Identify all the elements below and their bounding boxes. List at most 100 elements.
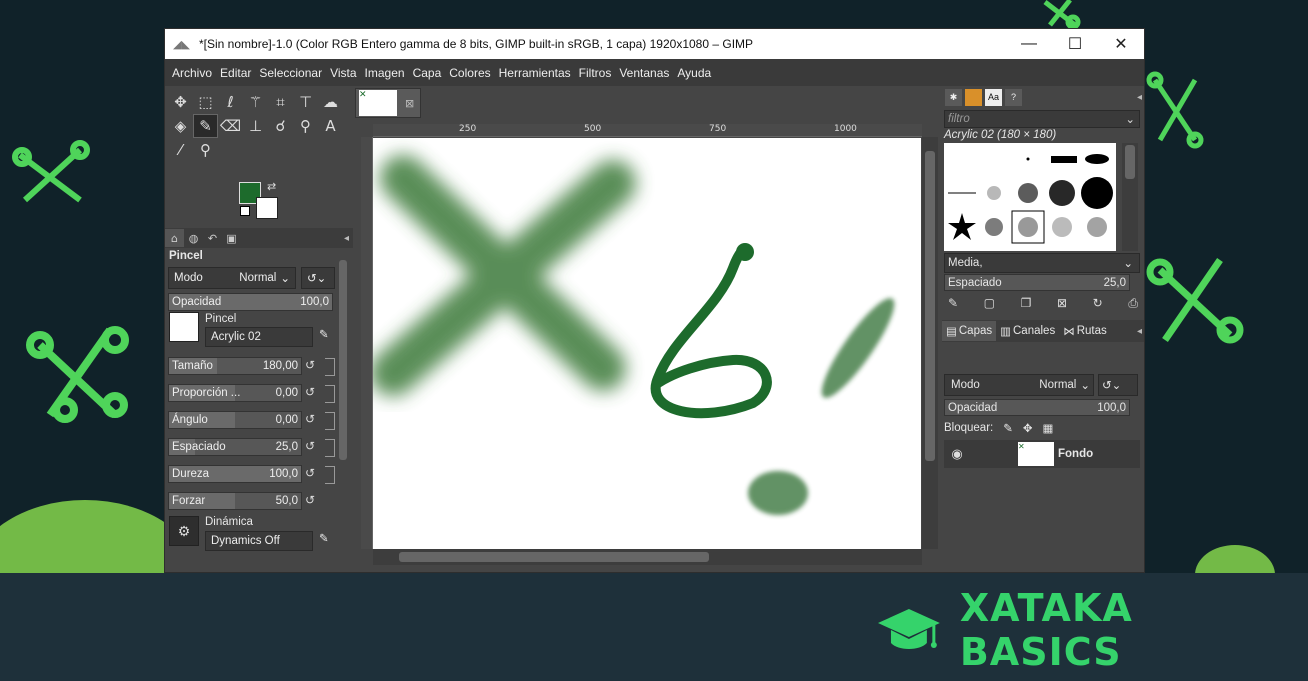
spacing-slider[interactable]: Espaciado 25,0 <box>168 438 302 456</box>
menu-filtros[interactable]: Filtros <box>575 66 616 80</box>
layer-row[interactable]: ◉ ✕ Fondo <box>944 440 1140 468</box>
edit-brush-icon[interactable]: ✎ <box>319 327 329 341</box>
reset-angle-icon[interactable]: ↺ <box>305 412 319 426</box>
brush-spacing-slider[interactable]: Espaciado 25,0 <box>944 274 1130 291</box>
fonts-tab-icon[interactable]: Aa <box>985 88 1002 106</box>
delete-brush-icon[interactable]: ⊠ <box>1057 296 1067 311</box>
patterns-tab-icon[interactable] <box>965 88 982 106</box>
reset-hardness-icon[interactable]: ↺ <box>305 466 319 480</box>
image-canvas[interactable] <box>373 138 921 549</box>
opacity-slider[interactable]: Opacidad 100,0 <box>168 293 333 311</box>
link-icon[interactable] <box>325 412 335 430</box>
zoom-tool-icon[interactable]: ⚲ <box>193 138 218 162</box>
close-image-icon[interactable]: ⊠ <box>405 97 414 110</box>
brush-tag-select[interactable]: Media, ⌄ <box>944 253 1140 273</box>
lock-pixels-icon[interactable]: ✎ <box>1003 421 1013 435</box>
brush-preview[interactable] <box>169 312 199 342</box>
visibility-eye-icon[interactable]: ◉ <box>944 446 970 462</box>
rect-select-tool-icon[interactable]: ⬚ <box>193 90 218 114</box>
link-icon[interactable] <box>325 385 335 403</box>
menu-archivo[interactable]: Archivo <box>168 66 216 80</box>
close-button[interactable]: ✕ <box>1098 34 1144 54</box>
reset-aspect-icon[interactable]: ↺ <box>305 385 319 399</box>
vertical-scrollbar[interactable] <box>922 137 938 549</box>
device-status-tab-icon[interactable]: ◍ <box>184 229 203 247</box>
minimize-button[interactable]: — <box>1006 35 1052 53</box>
menu-capa[interactable]: Capa <box>409 66 446 80</box>
size-slider[interactable]: Tamaño 180,00 <box>168 357 302 375</box>
menu-imagen[interactable]: Imagen <box>361 66 409 80</box>
menu-herramientas[interactable]: Herramientas <box>495 66 575 80</box>
fuzzy-select-tool-icon[interactable]: ⚚ <box>243 90 268 114</box>
size-value: 180,00 <box>262 360 298 372</box>
warp-tool-icon[interactable]: ☁ <box>318 90 343 114</box>
edit-brush-icon[interactable]: ✎ <box>948 296 958 311</box>
eraser-tool-icon[interactable]: ⌫ <box>218 114 243 138</box>
help-tab-icon[interactable]: ? <box>1005 88 1022 106</box>
swap-colors-icon[interactable]: ⇄ <box>267 180 276 193</box>
open-brush-as-image-icon[interactable]: ⎙ <box>1128 296 1138 311</box>
clone-tool-icon[interactable]: ⊥ <box>243 114 268 138</box>
smudge-tool-icon[interactable]: ☌ <box>268 114 293 138</box>
options-scrollbar[interactable] <box>339 260 347 460</box>
lock-alpha-icon[interactable]: ▦ <box>1043 421 1054 435</box>
unified-transform-tool-icon[interactable]: ⊤ <box>293 90 318 114</box>
mode-select[interactable]: Modo Normal ⌄ <box>168 267 296 289</box>
undo-history-tab-icon[interactable]: ↶ <box>203 229 222 247</box>
crop-tool-icon[interactable]: ⌗ <box>268 90 293 114</box>
image-tab[interactable]: ✕ ⊠ <box>355 88 421 118</box>
brush-scrollbar[interactable] <box>1122 143 1138 251</box>
images-tab-icon[interactable]: ▣ <box>222 229 241 247</box>
tab-capas[interactable]: ▤ Capas <box>942 321 997 341</box>
paths-tool-icon[interactable]: ⚲ <box>293 114 318 138</box>
new-brush-icon[interactable]: ▢ <box>984 296 995 311</box>
aspect-ratio-slider[interactable]: Proporción ... 0,00 <box>168 384 302 402</box>
layer-mode-select[interactable]: Modo Normal ⌄ <box>944 374 1094 396</box>
tool-options-tab-icon[interactable]: ⌂ <box>165 229 184 247</box>
brush-grid[interactable] <box>944 143 1116 251</box>
reset-force-icon[interactable]: ↺ <box>305 493 319 507</box>
tab-rutas[interactable]: ⋈ Rutas <box>1059 321 1111 341</box>
layer-mode-reset-button[interactable]: ↺⌄ <box>1098 374 1138 396</box>
menu-colores[interactable]: Colores <box>445 66 494 80</box>
menu-ayuda[interactable]: Ayuda <box>673 66 715 80</box>
mode-reset-button[interactable]: ↺⌄ <box>301 267 335 289</box>
refresh-brushes-icon[interactable]: ↻ <box>1093 296 1103 311</box>
reset-colors-icon[interactable] <box>240 206 250 216</box>
reset-size-icon[interactable]: ↺ <box>305 358 319 372</box>
duplicate-brush-icon[interactable]: ❐ <box>1021 296 1032 311</box>
brushes-tab-icon[interactable]: ✱ <box>945 88 962 106</box>
panel-menu-icon[interactable]: ◂ <box>1137 326 1142 337</box>
link-icon[interactable] <box>325 358 335 376</box>
color-picker-tool-icon[interactable]: ⁄ <box>168 138 193 162</box>
dynamics-field[interactable]: Dynamics Off <box>205 531 313 551</box>
dynamics-preview[interactable]: ⚙ <box>169 516 199 546</box>
brush-filter-input[interactable]: filtro ⌄ <box>944 110 1140 128</box>
text-tool-icon[interactable]: A <box>318 114 343 138</box>
menu-ventanas[interactable]: Ventanas <box>615 66 673 80</box>
brush-name-field[interactable]: Acrylic 02 <box>205 327 313 347</box>
maximize-button[interactable]: ☐ <box>1052 34 1098 54</box>
angle-slider[interactable]: Ángulo 0,00 <box>168 411 302 429</box>
horizontal-scrollbar[interactable] <box>373 549 922 565</box>
reset-spacing-icon[interactable]: ↺ <box>305 439 319 453</box>
paintbrush-tool-icon[interactable]: ✎ <box>193 114 218 138</box>
panel-menu-icon[interactable]: ◂ <box>344 233 349 244</box>
move-tool-icon[interactable]: ✥ <box>168 90 193 114</box>
force-slider[interactable]: Forzar 50,0 <box>168 492 302 510</box>
edit-dynamics-icon[interactable]: ✎ <box>319 531 329 545</box>
hardness-slider[interactable]: Dureza 100,0 <box>168 465 302 483</box>
layer-opacity-slider[interactable]: Opacidad 100,0 <box>944 399 1130 416</box>
menu-seleccionar[interactable]: Seleccionar <box>255 66 326 80</box>
panel-menu-icon[interactable]: ◂ <box>1137 92 1142 103</box>
bucket-fill-tool-icon[interactable]: ◈ <box>168 114 193 138</box>
lasso-tool-icon[interactable]: ℓ <box>218 90 243 114</box>
menu-editar[interactable]: Editar <box>216 66 255 80</box>
link-icon[interactable] <box>325 439 335 457</box>
brush-spacing-value: 25,0 <box>1103 276 1126 289</box>
lock-position-icon[interactable]: ✥ <box>1023 421 1033 435</box>
link-icon[interactable] <box>325 466 335 484</box>
menu-vista[interactable]: Vista <box>326 66 360 80</box>
tab-canales[interactable]: ▥ Canales <box>996 321 1059 341</box>
background-color-swatch[interactable] <box>256 197 278 219</box>
